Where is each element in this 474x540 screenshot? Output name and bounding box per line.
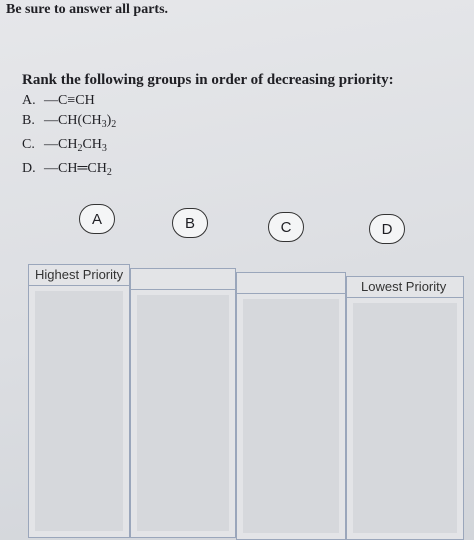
question-title: Rank the following groups in order of de… — [22, 72, 394, 88]
option-c-label: C. — [22, 137, 35, 152]
rank-slot-3-header — [237, 273, 345, 294]
option-c-formula: —CH2CH3 — [44, 137, 107, 154]
rank-slot-3[interactable] — [236, 272, 346, 540]
option-b-formula: —CH(CH3)2 — [44, 113, 117, 130]
answer-tile-a[interactable]: A — [79, 204, 115, 234]
rank-slot-1[interactable]: Highest Priority — [28, 264, 130, 538]
option-c: C. —CH2CH3 — [22, 135, 462, 159]
rank-slot-2[interactable] — [130, 268, 236, 538]
highest-priority-label: Highest Priority — [29, 265, 129, 286]
rank-slot-3-dropzone[interactable] — [243, 299, 339, 533]
answer-tile-d[interactable]: D — [369, 214, 405, 244]
rank-slot-2-dropzone[interactable] — [137, 295, 229, 531]
rank-slot-1-dropzone[interactable] — [35, 291, 123, 531]
option-a-label: A. — [22, 93, 36, 108]
option-a-formula: —C≡CH — [44, 93, 95, 108]
answer-tile-c[interactable]: C — [268, 212, 304, 242]
option-b: B. —CH(CH3)2 — [22, 111, 462, 135]
rank-slot-4-dropzone[interactable] — [353, 303, 457, 533]
option-d-formula: —CH═CH2 — [44, 161, 112, 178]
option-a: A. —C≡CH — [22, 91, 462, 111]
option-b-label: B. — [22, 113, 35, 128]
lowest-priority-label: Lowest Priority — [347, 277, 463, 298]
option-d-label: D. — [22, 161, 36, 176]
question: Rank the following groups in order of de… — [22, 72, 462, 183]
instructions: Be sure to answer all parts. — [6, 2, 169, 17]
rank-slot-2-header — [131, 269, 235, 290]
rank-slot-4[interactable]: Lowest Priority — [346, 276, 464, 540]
answer-tile-b[interactable]: B — [172, 208, 208, 238]
option-d: D. —CH═CH2 — [22, 159, 462, 183]
